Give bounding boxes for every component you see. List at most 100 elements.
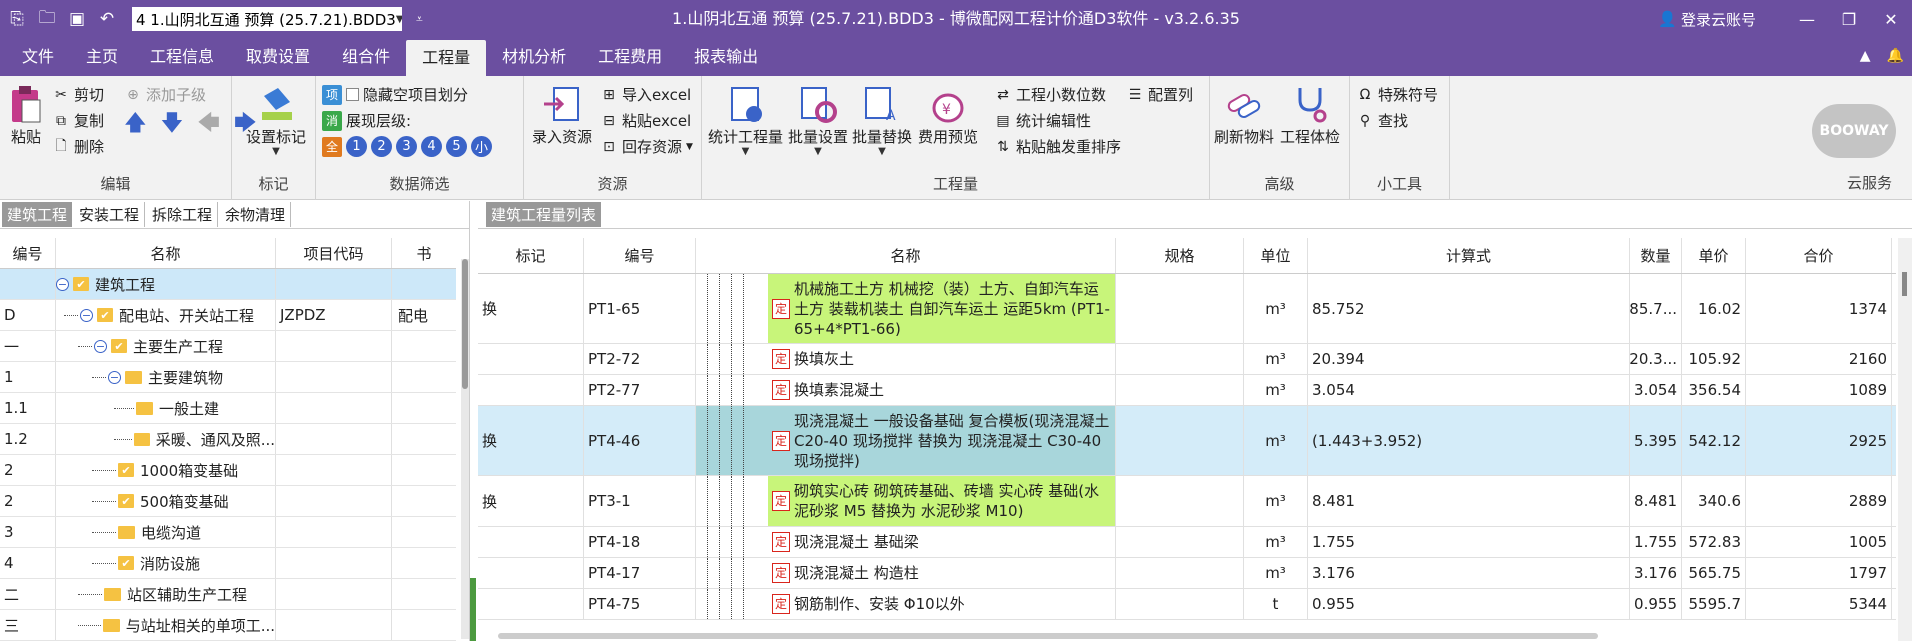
tree-row[interactable]: 4 ✔ 消防设施 <box>0 548 456 579</box>
customize-quick-access-icon[interactable]: ⩡ <box>416 12 423 27</box>
cell-name[interactable]: 定钢筋制作、安装 Φ10以外 <box>696 589 1116 619</box>
tab-cleanup[interactable]: 余物清理 <box>220 202 292 227</box>
cell-formula[interactable]: 8.481 <box>1308 476 1630 526</box>
cell-name[interactable]: 定现浇混凝土 一般设备基础 复合模板(现浇混凝土C20-40 现场搅拌 替换为 … <box>696 406 1116 475</box>
open-folder-icon[interactable]: 🗀 <box>34 6 60 32</box>
tree-row[interactable]: 二 站区辅助生产工程 <box>0 579 456 610</box>
collapse-ribbon-icon[interactable]: ▲ <box>1860 48 1871 64</box>
tree-header-code[interactable]: 项目代码 <box>276 238 392 268</box>
cut-button[interactable]: ✂ 剪切 <box>52 84 104 105</box>
tab-install[interactable]: 安装工程 <box>74 202 146 227</box>
table-row[interactable]: PT4-75 定钢筋制作、安装 Φ10以外 t 0.955 0.955 5595… <box>478 589 1896 620</box>
level-2-button[interactable]: 2 <box>371 136 392 157</box>
cell-spec[interactable] <box>1116 558 1244 588</box>
set-mark-button[interactable]: 设置标记 ▼ <box>246 82 306 157</box>
cell-formula[interactable]: 85.752 <box>1308 274 1630 343</box>
table-row[interactable]: 换 PT4-46 定现浇混凝土 一般设备基础 复合模板(现浇混凝土C20-40 … <box>478 406 1896 476</box>
table-row[interactable]: PT4-17 定现浇混凝土 构造柱 m³ 3.176 3.176 565.75 … <box>478 558 1896 589</box>
cell-name[interactable]: 定机械施工土方 机械挖（装）土方、自卸汽车运土方 装载机装土 自卸汽车运土 运距… <box>696 274 1116 343</box>
cell-spec[interactable] <box>1116 406 1244 475</box>
table-row[interactable]: 换 PT1-65 定机械施工土方 机械挖（装）土方、自卸汽车运土方 装载机装土 … <box>478 274 1896 344</box>
import-excel-button[interactable]: ⊞ 导入excel <box>600 84 691 105</box>
collapse-icon[interactable]: − <box>80 308 93 322</box>
col-header-spec[interactable]: 规格 <box>1116 238 1244 273</box>
project-check-button[interactable]: 工程体检 <box>1280 82 1340 147</box>
delete-button[interactable]: 🗋 删除 <box>52 136 104 157</box>
restore-button[interactable]: ❐ <box>1828 10 1870 29</box>
arrow-down-icon[interactable]: 🡇 <box>161 106 184 144</box>
cell-spec[interactable] <box>1116 274 1244 343</box>
tree-row[interactable]: 三 与站址相关的单项工... <box>0 610 456 641</box>
document-select[interactable]: 4 1.山阴北互通 预算 (25.7.21).BDD3 ▼ <box>132 7 402 31</box>
level-3-button[interactable]: 3 <box>396 136 417 157</box>
tab-building-quantity-list[interactable]: 建筑工程量列表 <box>486 202 602 227</box>
arrow-up-icon[interactable]: 🡅 <box>124 106 147 144</box>
col-header-code[interactable]: 编号 <box>584 238 696 273</box>
cell-name[interactable]: 定砌筑实心砖 砌筑砖基础、砖墙 实心砖 基础(水泥砂浆 M5 替换为 水泥砂浆 … <box>696 476 1116 526</box>
copy-button[interactable]: ⧉ 复制 <box>52 110 104 131</box>
cell-formula[interactable]: (1.443+3.952) <box>1308 406 1630 475</box>
refresh-material-button[interactable]: 刷新物料 <box>1214 82 1274 147</box>
cell-formula[interactable]: 0.955 <box>1308 589 1630 619</box>
tree-row[interactable]: 2 ✔ 1000箱变基础 <box>0 455 456 486</box>
hide-empty-items[interactable]: 项 隐藏空项目划分 <box>322 84 468 105</box>
paste-resort-button[interactable]: ⇅ 粘贴触发重排序 <box>994 136 1121 157</box>
menu-fee-settings[interactable]: 取费设置 <box>230 38 326 76</box>
grid-horizontal-scrollbar[interactable] <box>498 633 1598 639</box>
menu-home[interactable]: 主页 <box>70 38 134 76</box>
cell-name[interactable]: 定现浇混凝土 基础梁 <box>696 527 1116 557</box>
table-row[interactable]: 换 PT3-1 定砌筑实心砖 砌筑砖基础、砖墙 实心砖 基础(水泥砂浆 M5 替… <box>478 476 1896 527</box>
col-header-mark[interactable]: 标记 <box>478 238 584 273</box>
table-row[interactable]: PT2-72 定换填灰土 m³ 20.394 20.3... 105.92 21… <box>478 344 1896 375</box>
undo-icon[interactable]: ↶ <box>94 6 120 32</box>
hide-empty-checkbox[interactable] <box>346 88 359 101</box>
cell-formula[interactable]: 3.054 <box>1308 375 1630 405</box>
config-column-button[interactable]: ☰ 配置列 <box>1126 84 1193 105</box>
batch-replace-button[interactable]: A 批量替换 ▼ <box>852 82 912 157</box>
cell-spec[interactable] <box>1116 527 1244 557</box>
cell-code[interactable]: PT4-18 <box>584 527 696 557</box>
batch-set-button[interactable]: 批量设置 ▼ <box>788 82 848 157</box>
level-small-button[interactable]: 小 <box>471 136 492 157</box>
tree-row[interactable]: − ✔ 建筑工程 <box>0 269 456 300</box>
tab-building[interactable]: 建筑工程 <box>2 202 73 227</box>
collapse-icon[interactable]: − <box>108 370 121 384</box>
cell-code[interactable]: PT4-17 <box>584 558 696 588</box>
collapse-icon[interactable]: − <box>56 277 69 291</box>
cell-spec[interactable] <box>1116 476 1244 526</box>
stat-quantity-button[interactable]: 统计工程量 ▼ <box>708 82 783 157</box>
cell-name[interactable]: 定换填灰土 <box>696 344 1116 374</box>
level-1-button[interactable]: 1 <box>346 136 367 157</box>
tree-header-name[interactable]: 名称 <box>56 238 276 268</box>
cell-code[interactable]: PT3-1 <box>584 476 696 526</box>
paste-excel-button[interactable]: ⊟ 粘贴excel <box>600 110 691 131</box>
minimize-button[interactable]: — <box>1786 10 1828 29</box>
back-store-resource-button[interactable]: ⊡ 回存资源 ▼ <box>600 136 693 157</box>
cell-code[interactable]: PT2-77 <box>584 375 696 405</box>
menu-material-analysis[interactable]: 材机分析 <box>486 38 582 76</box>
col-header-name[interactable]: 名称 <box>696 238 1116 273</box>
entry-resource-button[interactable]: 录入资源 <box>532 82 592 147</box>
table-row[interactable]: PT4-18 定现浇混凝土 基础梁 m³ 1.755 1.755 572.83 … <box>478 527 1896 558</box>
add-child-button[interactable]: ⊕ 添加子级 <box>124 84 206 105</box>
cell-code[interactable]: PT4-75 <box>584 589 696 619</box>
cell-name[interactable]: 定换填素混凝土 <box>696 375 1116 405</box>
booway-cloud-logo[interactable]: BOOWAY <box>1812 104 1896 158</box>
col-header-total[interactable]: 合价 <box>1746 238 1892 273</box>
menu-project-info[interactable]: 工程信息 <box>134 38 230 76</box>
fee-preview-button[interactable]: ¥ 费用预览 <box>918 82 978 147</box>
tree-row[interactable]: 一 − ✔ 主要生产工程 <box>0 331 456 362</box>
menu-file[interactable]: 文件 <box>6 38 70 76</box>
cell-spec[interactable] <box>1116 344 1244 374</box>
find-button[interactable]: ⚲ 查找 <box>1356 110 1408 131</box>
cell-spec[interactable] <box>1116 589 1244 619</box>
tree-row[interactable]: 2 ✔ 500箱变基础 <box>0 486 456 517</box>
menu-assembly[interactable]: 组合件 <box>326 38 406 76</box>
save-icon[interactable]: ▣ <box>64 6 90 32</box>
tab-demolition[interactable]: 拆除工程 <box>147 202 219 227</box>
close-button[interactable]: ✕ <box>1870 10 1912 29</box>
paste-button[interactable]: 粘贴 <box>4 82 48 147</box>
col-header-qty[interactable]: 数量 <box>1630 238 1682 273</box>
arrow-left-icon[interactable]: 🡄 <box>197 106 220 144</box>
decimal-digits-button[interactable]: ⇄ 工程小数位数 <box>994 84 1106 105</box>
